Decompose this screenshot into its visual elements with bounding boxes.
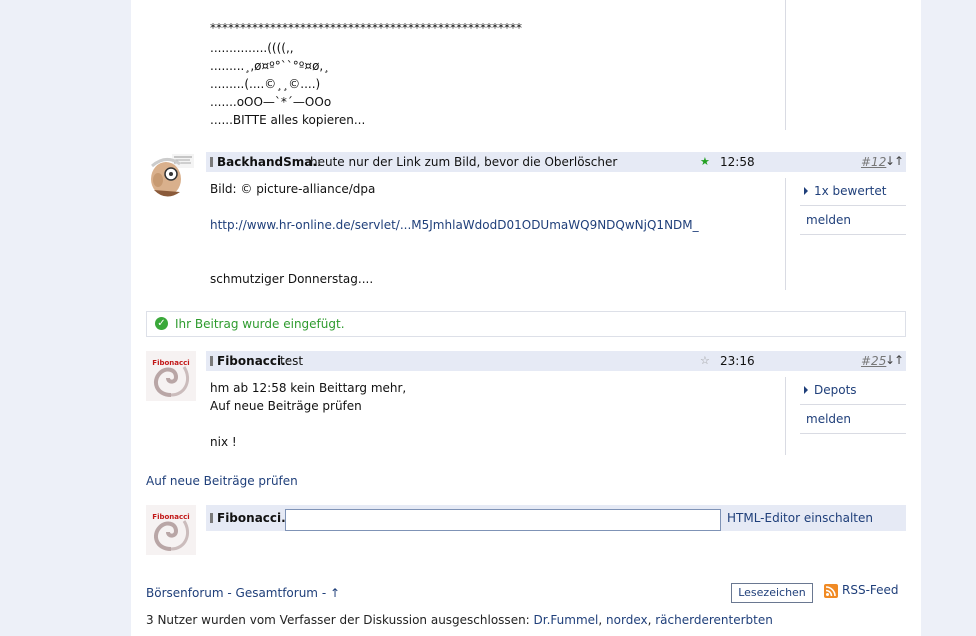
column-divider: [785, 377, 786, 455]
triangle-right-icon: [804, 386, 808, 394]
excluded-user-link[interactable]: nordex: [606, 613, 648, 627]
reply-author: Fibonacci.:: [217, 511, 290, 525]
post-line: .......oOO—`*´—OOo: [210, 95, 332, 109]
avatar: Fibonacci: [146, 505, 196, 555]
avatar-label: Fibonacci: [152, 513, 189, 521]
scroll-up-icon[interactable]: ↑: [330, 586, 340, 600]
header-marker: [210, 157, 213, 167]
post-line: schmutziger Donnerstag....: [210, 272, 374, 286]
depots-link[interactable]: Depots: [804, 383, 857, 397]
comma: ,: [598, 613, 607, 627]
rss-feed-link[interactable]: RSS-Feed: [842, 583, 899, 597]
divider: [800, 433, 906, 434]
rss-icon[interactable]: [824, 584, 838, 598]
post-line: .........¸,ø¤º°``°º¤ø,¸: [210, 59, 330, 73]
avatar-label: Fibonacci: [152, 359, 189, 367]
report-link[interactable]: melden: [806, 412, 851, 426]
column-divider: [785, 178, 786, 290]
post-url-link[interactable]: http://www.hr-online.de/servlet/...M5Jmh…: [210, 216, 699, 234]
triangle-right-icon: [804, 187, 808, 195]
breadcrumb: Börsenforum - Gesamtforum - ↑: [146, 586, 340, 600]
sort-arrows-icon[interactable]: ↓↑: [885, 353, 904, 367]
breadcrumb-gesamtforum[interactable]: Gesamtforum: [236, 586, 318, 600]
rating-link[interactable]: 1x bewertet: [804, 184, 886, 198]
excluded-user-link[interactable]: Dr.Fummel: [534, 613, 599, 627]
post-line: hm ab 12:58 kein Beittarg mehr,: [210, 381, 407, 395]
post-number-link[interactable]: #25: [861, 354, 886, 368]
breadcrumb-separator: -: [318, 586, 330, 600]
post-time: 23:16: [720, 354, 755, 368]
sort-arrows-icon[interactable]: ↓↑: [885, 154, 904, 168]
avatar[interactable]: Fibonacci: [146, 351, 196, 401]
post-title: test: [280, 354, 304, 368]
star-icon[interactable]: ☆: [700, 354, 710, 367]
success-notice: ✓ Ihr Beitrag wurde eingefügt.: [146, 311, 906, 337]
divider: [800, 234, 906, 235]
post-header: BackhandSma.: heute nur der Link zum Bil…: [206, 152, 906, 172]
star-icon[interactable]: ★: [700, 155, 710, 168]
report-link[interactable]: melden: [806, 213, 851, 227]
post-line: Auf neue Beiträge prüfen: [210, 399, 362, 413]
excluded-user-link[interactable]: rächerderenterbten: [655, 613, 773, 627]
excluded-prefix: 3 Nutzer wurden vom Verfasser der Diskus…: [146, 613, 534, 627]
post-line: ...............((((,,: [210, 41, 294, 55]
header-marker: [210, 356, 213, 366]
breadcrumb-boersenforum[interactable]: Börsenforum: [146, 586, 224, 600]
post-line: nix !: [210, 435, 237, 449]
post-line: Bild: © picture-alliance/dpa: [210, 182, 376, 196]
column-divider: [785, 0, 786, 130]
divider: [800, 205, 906, 206]
post-time: 12:58: [720, 155, 755, 169]
post-line: ......BITTE alles kopieren...: [210, 113, 366, 127]
post-line: ****************************************…: [210, 21, 522, 35]
header-marker: [210, 513, 213, 523]
post-author[interactable]: Fibonacci.:: [217, 354, 290, 368]
avatar[interactable]: [146, 152, 196, 202]
post-header: Fibonacci.: test ☆ 23:16 #25 ↓↑: [206, 351, 906, 371]
divider: [800, 404, 906, 405]
breadcrumb-separator: -: [223, 586, 236, 600]
html-editor-link[interactable]: HTML-Editor einschalten: [727, 511, 873, 525]
post-author[interactable]: BackhandSma.:: [217, 155, 321, 169]
notice-text: Ihr Beitrag wurde eingefügt.: [175, 317, 345, 331]
reply-input[interactable]: [285, 509, 721, 531]
checkmark-icon: ✓: [155, 317, 168, 330]
post-number-link[interactable]: #12: [861, 155, 886, 169]
bookmark-button[interactable]: Lesezeichen: [731, 583, 813, 603]
post-line: .........(....©¸¸©....): [210, 77, 321, 91]
check-new-posts-link[interactable]: Auf neue Beiträge prüfen: [146, 474, 298, 488]
excluded-users-text: 3 Nutzer wurden vom Verfasser der Diskus…: [146, 613, 773, 627]
post-title: heute nur der Link zum Bild, bevor die O…: [310, 155, 618, 169]
